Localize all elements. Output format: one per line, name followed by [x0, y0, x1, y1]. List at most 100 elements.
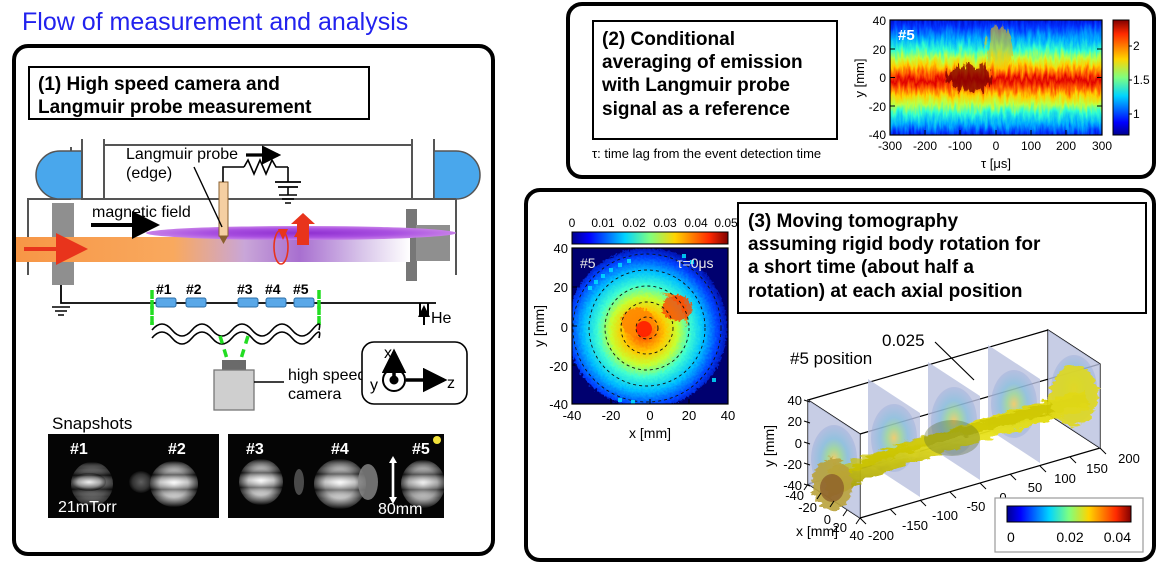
- tomo-cbar-tick-0p03: 0.03: [653, 216, 677, 230]
- snapshot-scale-label: 80mm: [378, 501, 422, 518]
- tomo-ytick-neg20: -20: [549, 359, 568, 374]
- panel-3-caption-line-1: (3) Moving tomography: [748, 211, 959, 232]
- panel-2-caption: (2) Conditional averaging of emission wi…: [592, 20, 838, 140]
- snapshot-pressure-label: 21mTorr: [58, 499, 117, 516]
- panel-1-caption-line-2: Langmuir probe measurement: [38, 97, 312, 119]
- contour-xtick-0: 0: [993, 139, 1000, 153]
- emission-contour-chart: #5 40 20 0 -20 -40 y [mm] -300 -200 -100…: [848, 6, 1153, 174]
- camera-schematic: high speed camera x y z: [16, 300, 491, 420]
- tomo3d-ztick-neg100: -100: [932, 508, 958, 523]
- tomo-ytick-0: 0: [561, 320, 568, 335]
- snapshots-label: Snapshots: [52, 414, 133, 433]
- tau-definition-note: τ: time lag from the event detection tim…: [592, 146, 822, 161]
- tomo3d-isosurface-label: 0.025: [882, 331, 925, 350]
- tomo3d-ztick-neg50: -50: [967, 499, 986, 514]
- tomo-xtick-neg20: -20: [602, 408, 621, 423]
- contour-cbar-tick-2: 2: [1133, 39, 1140, 53]
- contour-xtick-100: 100: [1021, 139, 1041, 153]
- tomo-cbar-tick-0: 0: [569, 216, 576, 230]
- tomo3d-ylabel: y [mm]: [761, 425, 777, 467]
- tomo-cbar-tick-0p05: 0.05: [714, 216, 738, 230]
- snapshot-label-4: #4: [331, 441, 349, 458]
- contour-xtick-300: 300: [1092, 139, 1112, 153]
- contour-ytick-40: 40: [873, 14, 887, 28]
- contour-ytick-0: 0: [879, 71, 886, 85]
- tomo-annotation-tau0: τ=0μs: [677, 255, 714, 271]
- tomo3d-ytick-40: 40: [788, 393, 802, 408]
- panel-3-caption-line-4: rotation) at each axial position: [748, 280, 1023, 302]
- tomo-xtick-40: 40: [721, 408, 735, 423]
- contour-ytick-20: 20: [873, 43, 887, 57]
- tomo-cbar-tick-0p02: 0.02: [622, 216, 646, 230]
- panel-1-caption: (1) High speed camera and Langmuir probe…: [28, 66, 370, 120]
- tomo3d-ytick-neg20: -20: [783, 457, 802, 472]
- panel-3-caption-line-3: a short time (about half a: [748, 257, 974, 279]
- tomo3d-cbar-tick-0p02: 0.02: [1056, 529, 1083, 545]
- contour-xtick-200: 200: [1056, 139, 1076, 153]
- tomo-xtick-neg40: -40: [563, 408, 582, 423]
- tomo-xtick-20: 20: [682, 408, 696, 423]
- panel-2-caption-line-4: signal as a reference: [602, 98, 790, 120]
- contour-xtick-neg100: -100: [948, 139, 972, 153]
- tomo3d-annotation-position: #5 position: [790, 349, 872, 368]
- panel-2-caption-line-1: (2) Conditional: [602, 29, 735, 50]
- panel-3-caption: (3) Moving tomography assuming rigid bod…: [737, 202, 1147, 314]
- tomo-annotation-hash5: #5: [580, 255, 596, 271]
- tomo-ylabel: y [mm]: [534, 305, 547, 347]
- probe-label-3: #3: [237, 281, 253, 297]
- axis-label-z: z: [447, 375, 455, 392]
- contour-cbar-tick-1p5: 1.5: [1133, 73, 1150, 87]
- tomo3d-xlabel: x [mm]: [796, 523, 838, 539]
- probe-label-2: #2: [186, 281, 202, 297]
- tomo-cbar-tick-0p01: 0.01: [591, 216, 615, 230]
- panel-1-caption-line-1: (1) High speed camera and: [38, 74, 280, 95]
- moving-tomography-3d-chart: #5 position 0.025 40 20 0 -20 -40 y [mm]…: [752, 318, 1154, 560]
- camera-label-line1: high speed: [288, 367, 366, 384]
- tomo3d-ztick-100: 100: [1054, 471, 1076, 486]
- magnetic-field-label: magnetic field: [92, 204, 191, 221]
- panel-3-caption-line-2: assuming rigid body rotation for: [748, 234, 1041, 256]
- contour-ylabel: y [mm]: [852, 59, 867, 98]
- probe-label-5: #5: [293, 281, 309, 297]
- contour-xlabel: τ [μs]: [981, 156, 1011, 171]
- snapshot-label-3: #3: [246, 441, 264, 458]
- panel-2-caption-line-2: averaging of emission: [602, 52, 803, 74]
- snapshot-label-1: #1: [70, 441, 88, 458]
- contour-xtick-neg300: -300: [878, 139, 902, 153]
- tomo3d-ztick-200: 200: [1118, 451, 1140, 466]
- tomo3d-xtick-40: 40: [850, 528, 864, 543]
- tomo3d-xtick-neg20: -20: [798, 500, 817, 515]
- langmuir-probe-label-line1: Langmuir probe: [126, 146, 238, 163]
- snapshots-strip: #1 #2 21mTorr #3 #4 #5 80mm: [48, 434, 445, 518]
- tomo3d-ztick-150: 150: [1086, 461, 1108, 476]
- tomo3d-colorbar: 0 0.02 0.04: [994, 497, 1144, 553]
- panel-2-caption-line-3: with Langmuir probe: [602, 75, 790, 97]
- device-schematic: magnetic field Langmuir probe (edge) #1 …: [16, 125, 491, 325]
- contour-xtick-neg200: -200: [913, 139, 937, 153]
- probe-label-1: #1: [156, 281, 172, 297]
- contour-annotation-hash5: #5: [898, 27, 915, 44]
- tomo-ytick-40: 40: [554, 241, 568, 256]
- camera-label-line2: camera: [288, 386, 341, 403]
- axis-label-x: x: [384, 345, 392, 362]
- tomo3d-ztick-neg150: -150: [902, 518, 928, 533]
- tomo3d-ztick-50: 50: [1028, 480, 1042, 495]
- probe-label-4: #4: [265, 281, 281, 297]
- axis-label-y: y: [370, 377, 378, 394]
- tomo-xlabel: x [mm]: [629, 425, 671, 441]
- tomo3d-cbar-tick-0p04: 0.04: [1104, 529, 1131, 545]
- tomogram-cross-section-chart: 0 0.01 0.02 0.03 0.04 0.05 #5 τ=0μs 40 2…: [531, 212, 742, 502]
- tomo3d-ztick-neg200: -200: [868, 528, 894, 543]
- page-title: Flow of measurement and analysis: [22, 8, 409, 36]
- tomo-xtick-0: 0: [646, 408, 653, 423]
- contour-ytick-neg20: -20: [869, 100, 887, 114]
- flow-arrow-1-to-2: [496, 72, 566, 126]
- snapshot-label-5: #5: [412, 441, 430, 458]
- snapshot-label-2: #2: [168, 441, 186, 458]
- tomo-ytick-20: 20: [554, 280, 568, 295]
- tomo-cbar-tick-0p04: 0.04: [684, 216, 708, 230]
- contour-cbar-tick-1: 1: [1133, 107, 1140, 121]
- tomo3d-cbar-tick-0: 0: [1007, 529, 1015, 545]
- langmuir-probe-label-line2: (edge): [126, 165, 172, 182]
- tomo3d-ytick-20: 20: [788, 414, 802, 429]
